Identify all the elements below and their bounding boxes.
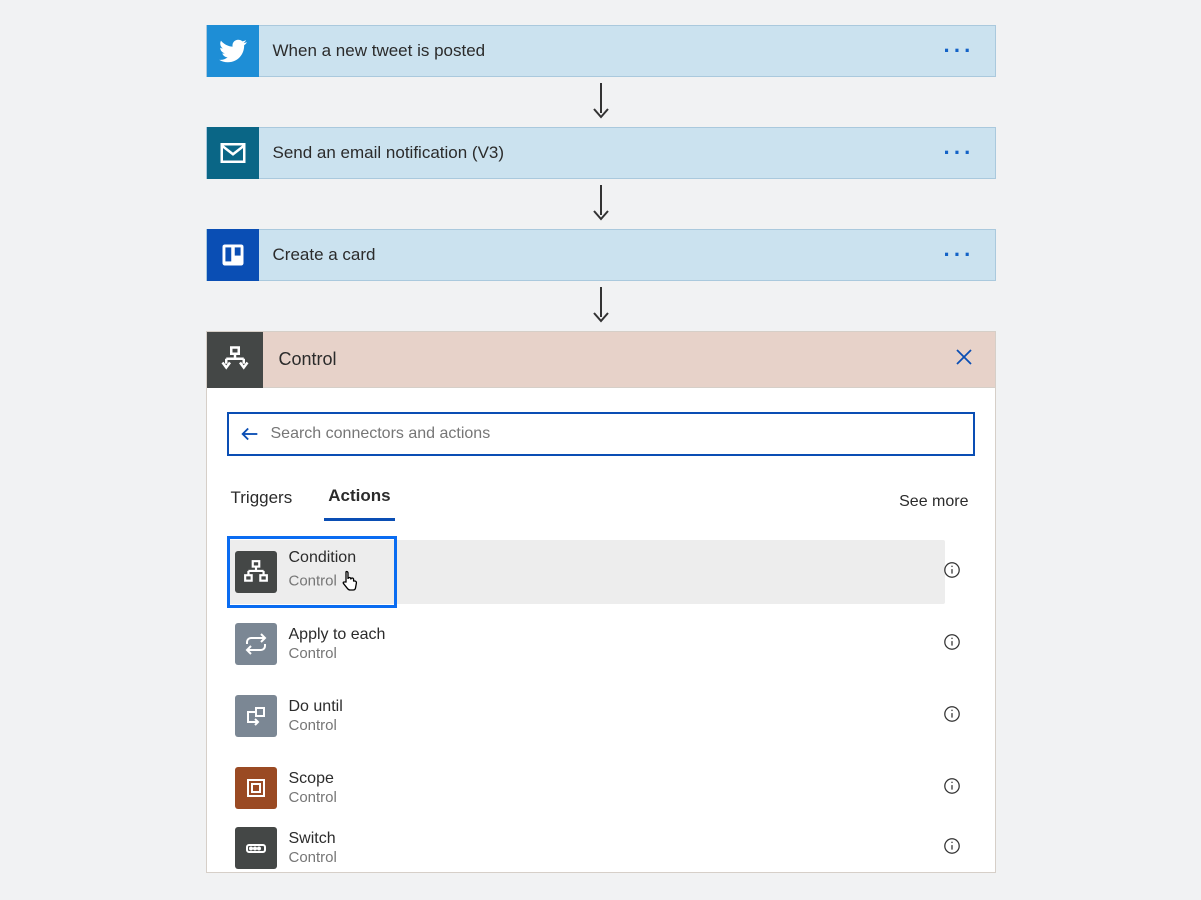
action-name: Do until [289, 697, 343, 716]
action-name: Switch [289, 829, 337, 848]
mail-icon [207, 127, 259, 179]
flow-step-trello[interactable]: Create a card ··· [206, 229, 996, 281]
search-input[interactable] [267, 425, 963, 443]
search-box[interactable] [227, 412, 975, 456]
flow-connector-arrow [206, 179, 996, 229]
flow-step-label: When a new tweet is posted [259, 41, 944, 61]
action-name: Condition [289, 548, 362, 567]
action-row-do-until[interactable]: Do until Control [227, 680, 975, 752]
control-icon [207, 332, 263, 388]
info-icon[interactable] [943, 561, 961, 584]
close-button[interactable] [955, 348, 995, 371]
action-category: Control [289, 567, 362, 597]
action-row-condition[interactable]: Condition Control [227, 536, 975, 608]
flow-step-twitter[interactable]: When a new tweet is posted ··· [206, 25, 996, 77]
step-menu-button[interactable]: ··· [944, 140, 995, 166]
action-row-scope[interactable]: Scope Control [227, 752, 975, 824]
switch-icon [235, 827, 277, 869]
cursor-pointer-icon [339, 570, 359, 600]
action-row-apply-to-each[interactable]: Apply to each Control [227, 608, 975, 680]
action-category: Control [289, 644, 386, 664]
flow-step-label: Send an email notification (V3) [259, 143, 944, 163]
info-icon[interactable] [943, 777, 961, 800]
action-name: Scope [289, 769, 337, 788]
actions-list: Condition Control [227, 536, 975, 872]
twitter-icon [207, 25, 259, 77]
action-picker-panel: Control Triggers Actions See more [206, 331, 996, 873]
condition-icon [235, 551, 277, 593]
tab-actions[interactable]: Actions [324, 482, 394, 521]
back-arrow-icon[interactable] [239, 423, 267, 445]
flow-step-label: Create a card [259, 245, 944, 265]
action-name: Apply to each [289, 625, 386, 644]
info-icon[interactable] [943, 837, 961, 860]
flow-step-email[interactable]: Send an email notification (V3) ··· [206, 127, 996, 179]
action-category: Control [289, 716, 343, 736]
trello-icon [207, 229, 259, 281]
flow-connector-arrow [206, 77, 996, 127]
scope-icon [235, 767, 277, 809]
info-icon[interactable] [943, 705, 961, 728]
loop-icon [235, 623, 277, 665]
info-icon[interactable] [943, 633, 961, 656]
step-menu-button[interactable]: ··· [944, 38, 995, 64]
action-category: Control [289, 788, 337, 808]
panel-header: Control [207, 332, 995, 388]
dountil-icon [235, 695, 277, 737]
step-menu-button[interactable]: ··· [944, 242, 995, 268]
tab-triggers[interactable]: Triggers [227, 484, 297, 520]
panel-title: Control [263, 349, 955, 370]
action-row-switch[interactable]: Switch Control [227, 824, 975, 872]
action-category: Control [289, 848, 337, 868]
flow-connector-arrow [206, 281, 996, 331]
see-more-link[interactable]: See more [899, 493, 974, 511]
tabs-row: Triggers Actions See more [227, 482, 975, 522]
